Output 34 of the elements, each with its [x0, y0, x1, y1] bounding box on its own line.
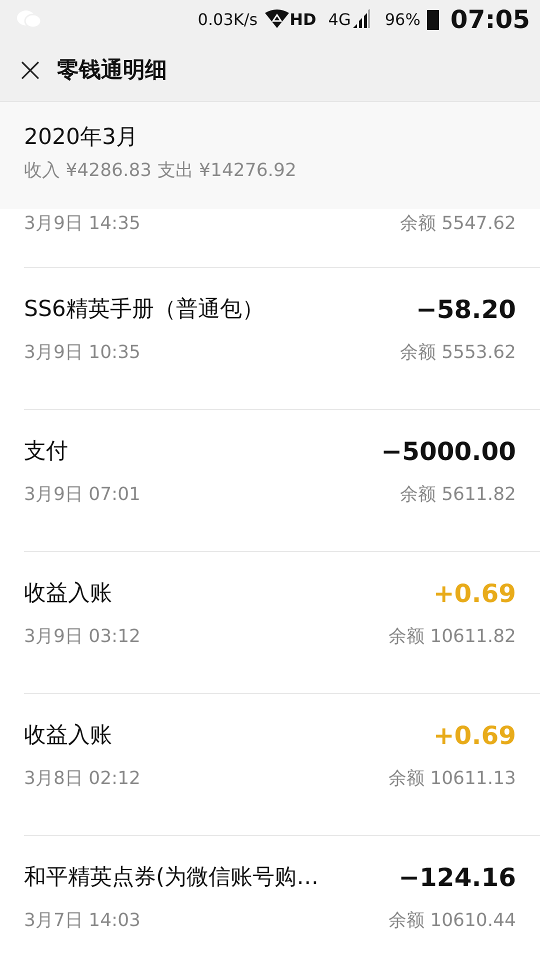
transaction-title: 收益入账: [24, 722, 112, 750]
clock: 07:05: [450, 4, 530, 34]
battery-percent: 96%: [384, 10, 420, 28]
transaction-amount: +0.69: [433, 578, 516, 608]
transaction-date: 3月8日 02:12: [24, 767, 140, 790]
balance-text: 余额 10611.13: [388, 767, 516, 790]
transaction-amount: −58.20: [416, 294, 516, 324]
page-title: 零钱通明细: [57, 56, 167, 84]
transaction-amount: −124.16: [398, 862, 516, 892]
month-summary: 收入 ¥4286.83 支出 ¥14276.92: [24, 159, 298, 182]
balance-text: 余额 5553.62: [400, 341, 516, 364]
network-type: 4G: [328, 10, 351, 28]
transaction-date: 3月9日 14:35: [24, 212, 140, 235]
transaction-title: SS6精英手册（普通包）: [24, 296, 264, 324]
wifi-icon: [264, 9, 290, 29]
transaction-title: 收益入账: [24, 580, 112, 608]
transaction-amount: −5000.00: [381, 436, 516, 466]
transaction-title: 支付: [24, 438, 68, 466]
hd-label: HD: [290, 10, 316, 28]
month-title: 2020年3月: [24, 124, 139, 152]
transaction-title: 和平精英点券(为微信账号购…: [24, 864, 319, 892]
battery-icon: [426, 8, 440, 30]
balance-text: 余额 5547.62: [400, 212, 516, 235]
transaction-date: 3月9日 10:35: [24, 341, 140, 364]
signal-icon: [350, 9, 371, 29]
transaction-date: 3月9日 07:01: [24, 483, 140, 506]
balance-text: 余额 10610.44: [388, 909, 516, 932]
balance-text: 余额 10611.82: [388, 625, 516, 648]
close-button[interactable]: ×: [16, 54, 42, 84]
transaction-amount: +0.69: [433, 720, 516, 750]
balance-text: 余额 5611.82: [400, 483, 516, 506]
network-speed: 0.03K/s: [198, 10, 258, 28]
transaction-date: 3月9日 03:12: [24, 625, 140, 648]
transaction-date: 3月7日 14:03: [24, 909, 140, 932]
